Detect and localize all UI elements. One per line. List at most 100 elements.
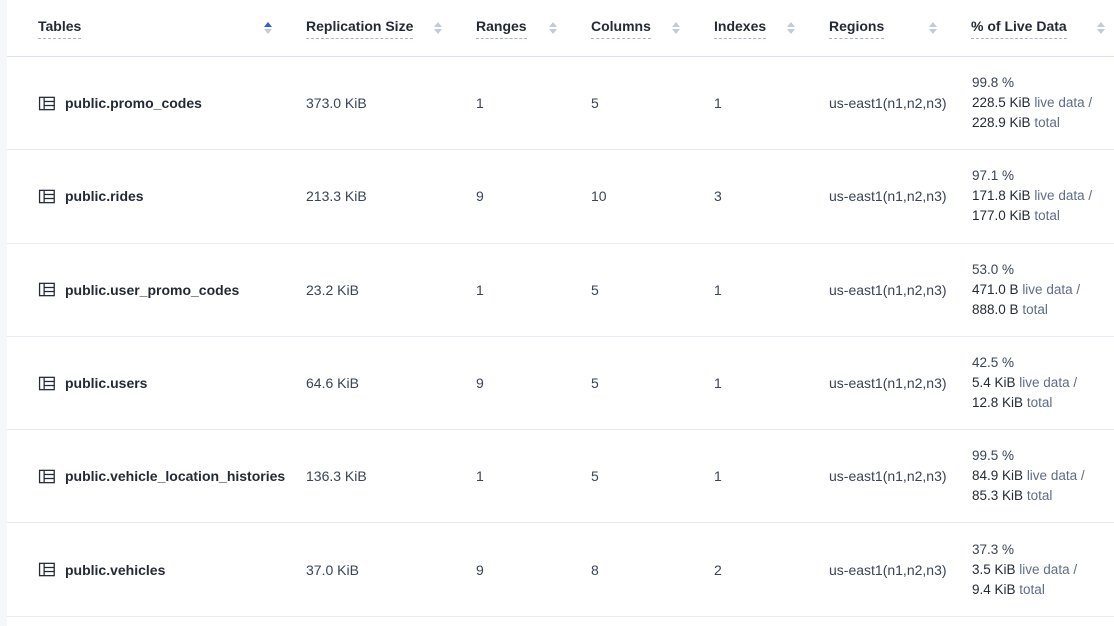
live-data-size: 5.4 KiB: [972, 375, 1016, 390]
columns-cell: 5: [585, 95, 708, 111]
live-data-size: 171.8 KiB: [972, 188, 1031, 203]
replication-size-cell: 37.0 KiB: [300, 562, 470, 578]
regions-cell: us-east1(n1,n2,n3): [823, 562, 965, 578]
table-row[interactable]: public.user_promo_codes 23.2 KiB 1 5 1 u…: [7, 244, 1114, 337]
sort-caret-icon: [929, 22, 937, 34]
replication-size-cell: 213.3 KiB: [300, 188, 470, 204]
column-header-tables[interactable]: Tables: [7, 0, 300, 56]
table-row[interactable]: public.vehicle_location_histories 136.3 …: [7, 430, 1114, 523]
live-data-suffix: live data /: [1027, 468, 1085, 483]
table-name: public.user_promo_codes: [65, 282, 239, 298]
live-data-suffix: live data /: [1019, 375, 1077, 390]
replication-size-cell: 136.3 KiB: [300, 468, 470, 484]
column-header-indexes[interactable]: Indexes: [708, 0, 823, 56]
column-header-label: Regions: [829, 18, 884, 39]
table-grid-icon: [38, 561, 56, 578]
indexes-cell: 1: [708, 468, 823, 484]
live-data-suffix: live data /: [1022, 282, 1080, 297]
table-name-cell: public.vehicles: [7, 561, 300, 578]
replication-size-cell: 64.6 KiB: [300, 375, 470, 391]
regions-cell: us-east1(n1,n2,n3): [823, 375, 965, 391]
columns-cell: 10: [585, 188, 708, 204]
table-name: public.rides: [65, 188, 144, 204]
column-header-replication-size[interactable]: Replication Size: [300, 0, 470, 56]
columns-cell: 5: [585, 282, 708, 298]
sort-caret-icon: [787, 22, 795, 34]
table-row[interactable]: public.users 64.6 KiB 9 5 1 us-east1(n1,…: [7, 337, 1114, 430]
ranges-cell: 9: [470, 375, 585, 391]
total-data-line: 888.0 B total: [972, 300, 1114, 320]
indexes-cell: 1: [708, 375, 823, 391]
live-data-cell: 42.5 % 5.4 KiB live data / 12.8 KiB tota…: [965, 353, 1114, 413]
live-data-cell: 99.8 % 228.5 KiB live data / 228.9 KiB t…: [965, 73, 1114, 133]
table-row[interactable]: public.vehicles 37.0 KiB 9 8 2 us-east1(…: [7, 523, 1114, 616]
table-grid-icon: [38, 375, 56, 392]
column-header-label: Indexes: [714, 18, 766, 39]
regions-cell: us-east1(n1,n2,n3): [823, 282, 965, 298]
table-row[interactable]: public.promo_codes 373.0 KiB 1 5 1 us-ea…: [7, 57, 1114, 150]
table-name-cell: public.vehicle_location_histories: [7, 468, 300, 485]
column-header-label: Columns: [591, 18, 651, 39]
sort-caret-icon: [1097, 22, 1105, 34]
sort-caret-icon: [264, 22, 272, 34]
live-data-line: 228.5 KiB live data /: [972, 93, 1114, 113]
ranges-cell: 1: [470, 468, 585, 484]
indexes-cell: 2: [708, 562, 823, 578]
total-data-suffix: total: [1019, 582, 1045, 597]
live-data-line: 171.8 KiB live data /: [972, 186, 1114, 206]
column-header-ranges[interactable]: Ranges: [470, 0, 585, 56]
total-data-suffix: total: [1027, 488, 1053, 503]
sort-caret-icon: [549, 22, 557, 34]
table-header-row: Tables Replication Size Ranges Columns I…: [7, 0, 1114, 57]
table-grid-icon: [38, 468, 56, 485]
live-data-size: 84.9 KiB: [972, 468, 1023, 483]
live-data-percent: 99.5 %: [972, 446, 1114, 466]
live-data-cell: 99.5 % 84.9 KiB live data / 85.3 KiB tot…: [965, 446, 1114, 506]
live-data-percent: 42.5 %: [972, 353, 1114, 373]
table-name: public.vehicles: [65, 562, 165, 578]
column-header-regions[interactable]: Regions: [823, 0, 965, 56]
table-grid-icon: [38, 188, 56, 205]
live-data-suffix: live data /: [1034, 95, 1092, 110]
ranges-cell: 9: [470, 188, 585, 204]
total-data-size: 228.9 KiB: [972, 115, 1031, 130]
table-row[interactable]: public.rides 213.3 KiB 9 10 3 us-east1(n…: [7, 150, 1114, 243]
total-data-size: 12.8 KiB: [972, 395, 1023, 410]
sort-caret-icon: [672, 22, 680, 34]
total-data-size: 9.4 KiB: [972, 582, 1016, 597]
total-data-line: 9.4 KiB total: [972, 580, 1114, 600]
table-name: public.vehicle_location_histories: [65, 468, 285, 484]
indexes-cell: 1: [708, 95, 823, 111]
total-data-size: 177.0 KiB: [972, 208, 1031, 223]
sort-caret-icon: [434, 22, 442, 34]
replication-size-cell: 23.2 KiB: [300, 282, 470, 298]
total-data-size: 888.0 B: [972, 302, 1019, 317]
table-name-cell: public.promo_codes: [7, 95, 300, 112]
total-data-line: 228.9 KiB total: [972, 113, 1114, 133]
ranges-cell: 1: [470, 95, 585, 111]
columns-cell: 8: [585, 562, 708, 578]
live-data-percent: 53.0 %: [972, 260, 1114, 280]
column-header-live-data[interactable]: % of Live Data: [965, 0, 1114, 56]
regions-cell: us-east1(n1,n2,n3): [823, 468, 965, 484]
column-header-columns[interactable]: Columns: [585, 0, 708, 56]
live-data-suffix: live data /: [1019, 562, 1077, 577]
table-grid-icon: [38, 95, 56, 112]
live-data-size: 471.0 B: [972, 282, 1019, 297]
columns-cell: 5: [585, 468, 708, 484]
total-data-line: 177.0 KiB total: [972, 206, 1114, 226]
total-data-line: 12.8 KiB total: [972, 393, 1114, 413]
table-body: public.promo_codes 373.0 KiB 1 5 1 us-ea…: [7, 57, 1114, 617]
indexes-cell: 1: [708, 282, 823, 298]
live-data-cell: 37.3 % 3.5 KiB live data / 9.4 KiB total: [965, 540, 1114, 600]
live-data-percent: 37.3 %: [972, 540, 1114, 560]
live-data-suffix: live data /: [1034, 188, 1092, 203]
live-data-size: 3.5 KiB: [972, 562, 1016, 577]
replication-size-cell: 373.0 KiB: [300, 95, 470, 111]
live-data-cell: 97.1 % 171.8 KiB live data / 177.0 KiB t…: [965, 166, 1114, 226]
live-data-line: 5.4 KiB live data /: [972, 373, 1114, 393]
column-header-label: Replication Size: [306, 18, 413, 39]
regions-cell: us-east1(n1,n2,n3): [823, 188, 965, 204]
total-data-line: 85.3 KiB total: [972, 486, 1114, 506]
live-data-line: 3.5 KiB live data /: [972, 560, 1114, 580]
